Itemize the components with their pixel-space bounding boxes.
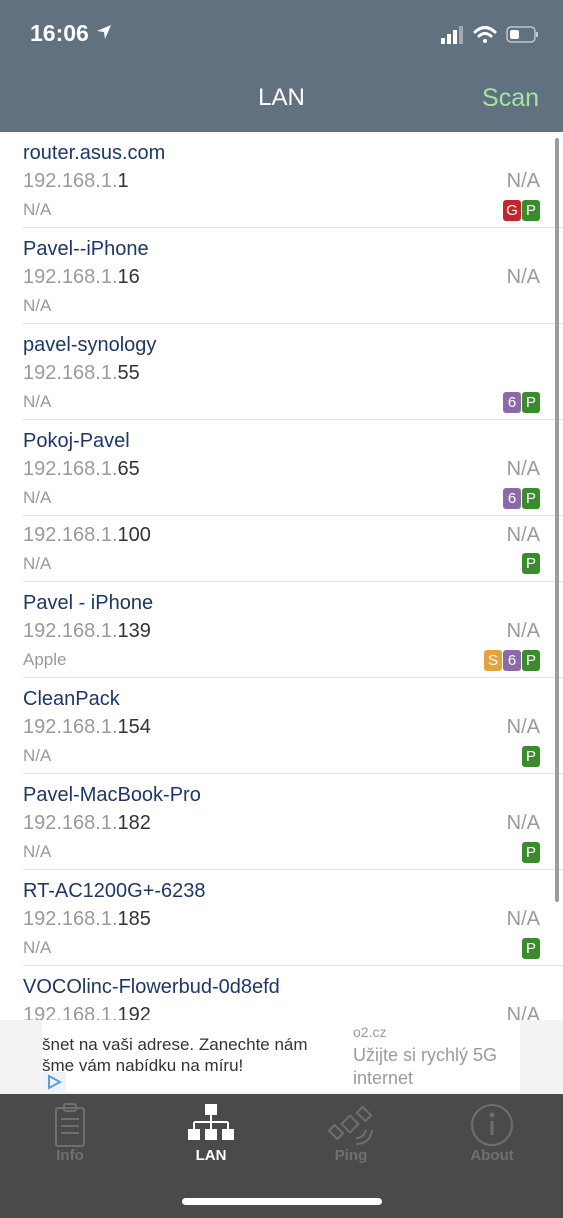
device-status: N/A bbox=[506, 620, 540, 642]
list-item[interactable]: Pokoj-Pavel 192.168.1.65 N/A N/A 6 P bbox=[23, 420, 563, 516]
tab-label: LAN bbox=[195, 1147, 227, 1164]
ad-text: šnet na vaši adrese. Zanechte nám šme vá… bbox=[42, 1035, 308, 1075]
battery-icon bbox=[506, 26, 538, 43]
tab-ping[interactable]: Ping bbox=[281, 1094, 421, 1184]
list-item[interactable]: Pavel - iPhone 192.168.1.139 N/A Apple S… bbox=[23, 582, 563, 678]
device-status: N/A bbox=[506, 908, 540, 930]
status-icons bbox=[441, 22, 541, 48]
info-circle-icon bbox=[467, 1102, 517, 1148]
tab-label: Ping bbox=[334, 1147, 368, 1164]
device-vendor: N/A bbox=[23, 554, 52, 573]
status-badge: P bbox=[522, 746, 540, 767]
device-hostname: router.asus.com bbox=[23, 142, 166, 164]
list-item[interactable]: pavel-synology 192.168.1.55 N/A 6 P bbox=[23, 324, 563, 420]
list-item[interactable]: Pavel-MacBook-Pro 192.168.1.182 N/A N/A … bbox=[23, 774, 563, 870]
status-badge: P bbox=[522, 553, 540, 574]
badge-group: S 6 P bbox=[484, 650, 540, 671]
device-vendor: N/A bbox=[23, 296, 52, 315]
device-hostname: Pavel - iPhone bbox=[23, 592, 154, 614]
device-ip: 192.168.1.100 bbox=[23, 524, 151, 546]
device-status: N/A bbox=[506, 524, 540, 546]
tab-lan[interactable]: LAN bbox=[141, 1094, 281, 1184]
device-ip: 192.168.1.1 bbox=[23, 170, 129, 192]
wifi-icon bbox=[473, 26, 497, 43]
ad-domain: o2.cz bbox=[353, 1024, 387, 1040]
scrollbar[interactable] bbox=[555, 138, 559, 902]
home-indicator[interactable] bbox=[182, 1198, 382, 1205]
device-ip: 192.168.1.55 bbox=[23, 362, 140, 384]
device-ip: 192.168.1.185 bbox=[23, 908, 151, 930]
device-status: N/A bbox=[506, 812, 540, 834]
list-item[interactable]: 192.168.1.100 N/A N/A P bbox=[23, 516, 563, 582]
badge-group: P bbox=[522, 938, 540, 959]
device-status: N/A bbox=[506, 266, 540, 288]
device-vendor: N/A bbox=[23, 746, 52, 765]
ad-banner[interactable]: šnet na vaši adrese. Zanechte nám šme vá… bbox=[0, 1020, 563, 1094]
device-status: N/A bbox=[506, 458, 540, 480]
satellite-icon bbox=[326, 1102, 376, 1148]
device-ip: 192.168.1.139 bbox=[23, 620, 151, 642]
device-vendor: N/A bbox=[23, 842, 52, 861]
signal-icon bbox=[441, 26, 463, 44]
device-ip: 192.168.1.16 bbox=[23, 266, 140, 288]
tab-about[interactable]: About bbox=[422, 1094, 562, 1184]
tab-label: About bbox=[470, 1147, 514, 1164]
status-badge: P bbox=[522, 392, 540, 413]
device-ip: 192.168.1.154 bbox=[23, 716, 151, 738]
status-badge: 6 bbox=[503, 650, 521, 671]
list-item[interactable]: Pavel--iPhone 192.168.1.16 N/A N/A bbox=[23, 228, 563, 324]
ad-cta: Užijte si rychlý 5G internet bbox=[353, 1045, 498, 1088]
device-ip: 192.168.1.182 bbox=[23, 812, 151, 834]
list-item[interactable]: CleanPack 192.168.1.154 N/A N/A P bbox=[23, 678, 563, 774]
device-vendor: N/A bbox=[23, 200, 52, 219]
status-badge: P bbox=[522, 488, 540, 509]
device-hostname: Pavel-MacBook-Pro bbox=[23, 784, 201, 806]
status-badge: 6 bbox=[503, 488, 521, 509]
adchoices-icon[interactable] bbox=[42, 1072, 66, 1092]
status-badge: P bbox=[522, 842, 540, 863]
scan-button[interactable]: Scan bbox=[482, 84, 539, 113]
status-badge: 6 bbox=[503, 392, 521, 413]
list-item[interactable]: VOCOlinc-Flowerbud-0d8efd 192.168.1.192 … bbox=[23, 966, 563, 1020]
list-item[interactable]: router.asus.com 192.168.1.1 N/A N/A G P bbox=[23, 132, 563, 228]
status-badge: P bbox=[522, 938, 540, 959]
device-hostname: CleanPack bbox=[23, 688, 120, 710]
device-status: N/A bbox=[506, 1004, 540, 1020]
badge-group: P bbox=[522, 553, 540, 574]
tab-info[interactable]: Info bbox=[0, 1094, 140, 1184]
clipboard-icon bbox=[45, 1102, 95, 1148]
device-status: N/A bbox=[506, 716, 540, 738]
badge-group: P bbox=[522, 746, 540, 767]
device-hostname: RT-AC1200G+-6238 bbox=[23, 880, 206, 902]
badge-group: G P bbox=[503, 200, 540, 221]
device-list[interactable]: router.asus.com 192.168.1.1 N/A N/A G P … bbox=[0, 132, 563, 1020]
status-badge: P bbox=[522, 650, 540, 671]
device-ip: 192.168.1.65 bbox=[23, 458, 140, 480]
device-ip: 192.168.1.192 bbox=[23, 1004, 151, 1020]
device-status: N/A bbox=[506, 170, 540, 192]
status-badge: S bbox=[484, 650, 502, 671]
device-vendor: N/A bbox=[23, 488, 52, 507]
badge-group: 6 P bbox=[503, 488, 540, 509]
device-vendor: Apple bbox=[23, 650, 67, 669]
list-item[interactable]: RT-AC1200G+-6238 192.168.1.185 N/A N/A P bbox=[23, 870, 563, 966]
location-arrow-icon bbox=[96, 24, 112, 45]
nav-bar: LAN Scan bbox=[0, 66, 563, 132]
device-hostname: VOCOlinc-Flowerbud-0d8efd bbox=[23, 976, 280, 998]
status-time: 16:06 bbox=[30, 20, 89, 46]
status-bar: 16:06 bbox=[0, 0, 563, 66]
device-hostname: Pavel--iPhone bbox=[23, 238, 149, 260]
page-title: LAN bbox=[258, 84, 305, 111]
badge-group: 6 P bbox=[503, 392, 540, 413]
network-icon bbox=[186, 1102, 236, 1148]
device-vendor: N/A bbox=[23, 392, 52, 411]
ad-content[interactable]: šnet na vaši adrese. Zanechte nám šme vá… bbox=[42, 1020, 520, 1092]
device-vendor: N/A bbox=[23, 938, 52, 957]
status-badge: P bbox=[522, 200, 540, 221]
device-hostname: Pokoj-Pavel bbox=[23, 430, 130, 452]
device-hostname: pavel-synology bbox=[23, 334, 157, 356]
badge-group: P bbox=[522, 842, 540, 863]
status-badge: G bbox=[503, 200, 521, 221]
tab-label: Info bbox=[56, 1147, 84, 1164]
